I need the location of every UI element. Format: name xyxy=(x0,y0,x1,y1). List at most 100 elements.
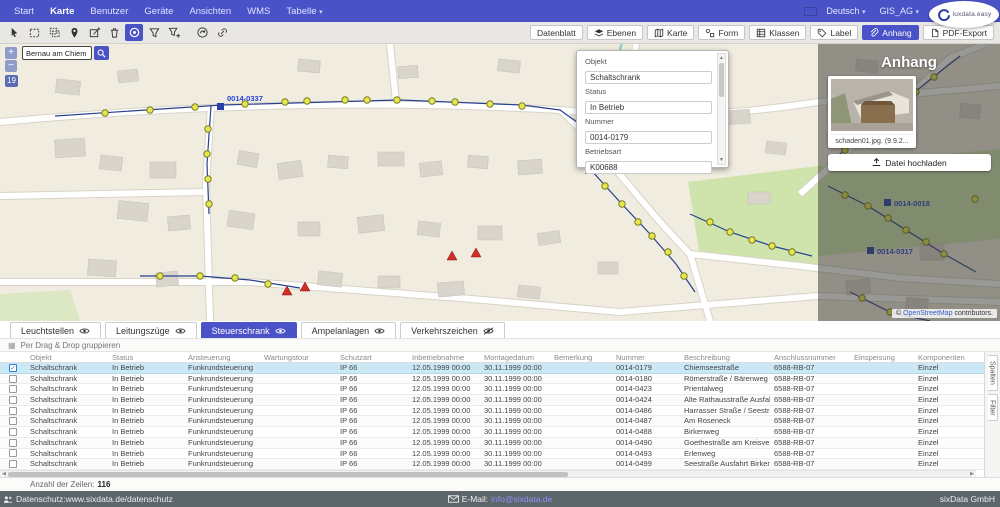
table-row[interactable]: SchaltschrankIn BetriebFunkrundsteuerung… xyxy=(0,384,984,395)
column-header[interactable]: Komponenten xyxy=(914,352,976,362)
datenblatt-button[interactable]: Datenblatt xyxy=(530,25,583,40)
table-cell: Einzel xyxy=(914,459,976,469)
table-cell: Schaltschrank xyxy=(26,459,108,469)
pin-tool-icon[interactable] xyxy=(65,24,83,41)
account-selector[interactable]: GIS_AG ▾ xyxy=(874,6,924,16)
attachment-thumbnail[interactable] xyxy=(831,79,913,131)
side-tab-filter[interactable]: Filter xyxy=(988,394,998,422)
table-row[interactable]: SchaltschrankIn BetriebFunkrundsteuerung… xyxy=(0,438,984,449)
row-checkbox[interactable] xyxy=(9,428,17,436)
row-checkbox[interactable] xyxy=(9,449,17,457)
column-header[interactable]: Nummer xyxy=(612,352,680,362)
filter-add-tool-icon[interactable] xyxy=(165,24,183,41)
form-button[interactable]: Form xyxy=(698,25,745,40)
table-row[interactable]: SchaltschrankIn BetriebFunkrundsteuerung… xyxy=(0,459,984,470)
label-button[interactable]: Label xyxy=(810,25,858,40)
column-header[interactable]: Montagedatum xyxy=(480,352,550,362)
menu-item-wms[interactable]: WMS xyxy=(239,6,278,17)
row-checkbox[interactable] xyxy=(9,460,17,468)
eye-icon[interactable] xyxy=(175,327,186,335)
column-header[interactable]: Inbetriebnahme xyxy=(408,352,480,362)
column-header[interactable]: Anschlussnummer xyxy=(770,352,850,362)
map-viewport[interactable]: 0014-0337 0014-0179 0014-0018 0014-0317 … xyxy=(0,44,1000,321)
column-header[interactable]: Objekt xyxy=(26,352,108,362)
select-multi-icon[interactable] xyxy=(45,24,63,41)
tab-steuerschrank[interactable]: Steuerschrank xyxy=(201,322,297,338)
menu-item-benutzer[interactable]: Benutzer xyxy=(82,6,136,17)
filter-tool-icon[interactable] xyxy=(145,24,163,41)
rotate-tool-icon[interactable] xyxy=(193,24,211,41)
column-header[interactable]: Wartungstour xyxy=(260,352,336,362)
language-selector[interactable]: Deutsch ▾ xyxy=(821,6,870,16)
zoom-out-button[interactable]: − xyxy=(5,60,17,72)
edit-tool-icon[interactable] xyxy=(85,24,103,41)
karte-button[interactable]: Karte xyxy=(647,25,694,40)
search-button[interactable] xyxy=(94,46,109,60)
eye-slash-icon[interactable] xyxy=(483,327,494,335)
attachment-card[interactable]: schaden01.jpg. (9.9.2... xyxy=(828,76,916,148)
row-checkbox[interactable] xyxy=(9,407,17,415)
row-checkbox[interactable] xyxy=(9,375,17,383)
column-header[interactable]: Ansteuerung xyxy=(184,352,260,362)
search-input[interactable] xyxy=(22,46,92,60)
menu-item-geraete[interactable]: Geräte xyxy=(136,6,181,17)
table-row[interactable]: SchaltschrankIn BetriebFunkrundsteuerung… xyxy=(0,406,984,417)
main-menu: Start Karte Benutzer Geräte Ansichten WM… xyxy=(0,6,331,17)
upload-file-button[interactable]: Datei hochladen xyxy=(828,154,991,171)
menu-item-ansichten[interactable]: Ansichten xyxy=(181,6,239,17)
row-checkbox[interactable] xyxy=(9,385,17,393)
nummer-field[interactable] xyxy=(585,131,712,144)
grouping-bar[interactable]: ▦ Per Drag & Drop gruppieren xyxy=(0,339,1000,352)
side-tab-spalten[interactable]: Spalten xyxy=(988,355,998,391)
tab-leitungszuege[interactable]: Leitungszüge xyxy=(105,322,197,338)
osm-link[interactable]: OpenStreetMap xyxy=(903,310,952,317)
popup-scrollbar[interactable]: ▲▼ xyxy=(717,53,726,165)
table-cell xyxy=(850,459,914,469)
menu-item-start[interactable]: Start xyxy=(6,6,42,17)
link-tool-icon[interactable] xyxy=(213,24,231,41)
anhang-button[interactable]: Anhang xyxy=(862,25,918,40)
target-tool-icon[interactable] xyxy=(125,24,143,41)
eye-icon[interactable] xyxy=(374,327,385,335)
table-cell: Birkenweg xyxy=(680,427,770,437)
table-row[interactable]: SchaltschrankIn BetriebFunkrundsteuerung… xyxy=(0,416,984,427)
table-row[interactable]: ✓SchaltschrankIn BetriebFunkrundsteuerun… xyxy=(0,363,984,374)
table-row[interactable]: SchaltschrankIn BetriebFunkrundsteuerung… xyxy=(0,449,984,460)
table-cell: 12.05.1999 00:00 xyxy=(408,363,480,373)
zoom-in-button[interactable]: + xyxy=(5,47,17,59)
eye-icon[interactable] xyxy=(275,327,286,335)
column-header[interactable]: Schutzart xyxy=(336,352,408,362)
row-checkbox[interactable] xyxy=(9,396,17,404)
betriebsart-field[interactable] xyxy=(585,161,712,174)
row-checkbox[interactable] xyxy=(9,417,17,425)
select-all-cell[interactable] xyxy=(0,352,26,362)
ebenen-button[interactable]: Ebenen xyxy=(587,25,643,40)
tab-verkehrszeichen[interactable]: Verkehrszeichen xyxy=(400,322,505,338)
menu-item-tabelle[interactable]: Tabelle ▾ xyxy=(278,6,330,17)
table-cell xyxy=(260,416,336,426)
tab-leuchtstellen[interactable]: Leuchtstellen xyxy=(10,322,101,338)
menu-item-karte[interactable]: Karte xyxy=(42,6,82,17)
tab-ampelanlagen[interactable]: Ampelanlagen xyxy=(301,322,397,338)
column-header[interactable]: Beschreibung xyxy=(680,352,770,362)
klassen-button[interactable]: Klassen xyxy=(749,25,806,40)
column-header[interactable]: Status xyxy=(108,352,184,362)
table-cell: IP 66 xyxy=(336,406,408,416)
objekt-field[interactable] xyxy=(585,71,712,84)
column-header[interactable]: Bemerkung xyxy=(550,352,612,362)
column-header[interactable]: Einspeisung xyxy=(850,352,914,362)
row-checkbox[interactable] xyxy=(9,439,17,447)
table-horizontal-scrollbar[interactable]: ◀▶ xyxy=(0,470,976,477)
mail-link[interactable]: info@sixdata.de xyxy=(491,494,552,504)
delete-tool-icon[interactable] xyxy=(105,24,123,41)
cabinet-marker[interactable] xyxy=(217,103,224,110)
table-row[interactable]: SchaltschrankIn BetriebFunkrundsteuerung… xyxy=(0,374,984,385)
select-rectangle-icon[interactable] xyxy=(25,24,43,41)
pointer-tool-icon[interactable] xyxy=(5,24,23,41)
row-checkbox[interactable]: ✓ xyxy=(9,364,17,372)
table-cell xyxy=(850,384,914,394)
table-row[interactable]: SchaltschrankIn BetriebFunkrundsteuerung… xyxy=(0,427,984,438)
status-field[interactable] xyxy=(585,101,712,114)
table-row[interactable]: SchaltschrankIn BetriebFunkrundsteuerung… xyxy=(0,395,984,406)
eye-icon[interactable] xyxy=(79,327,90,335)
